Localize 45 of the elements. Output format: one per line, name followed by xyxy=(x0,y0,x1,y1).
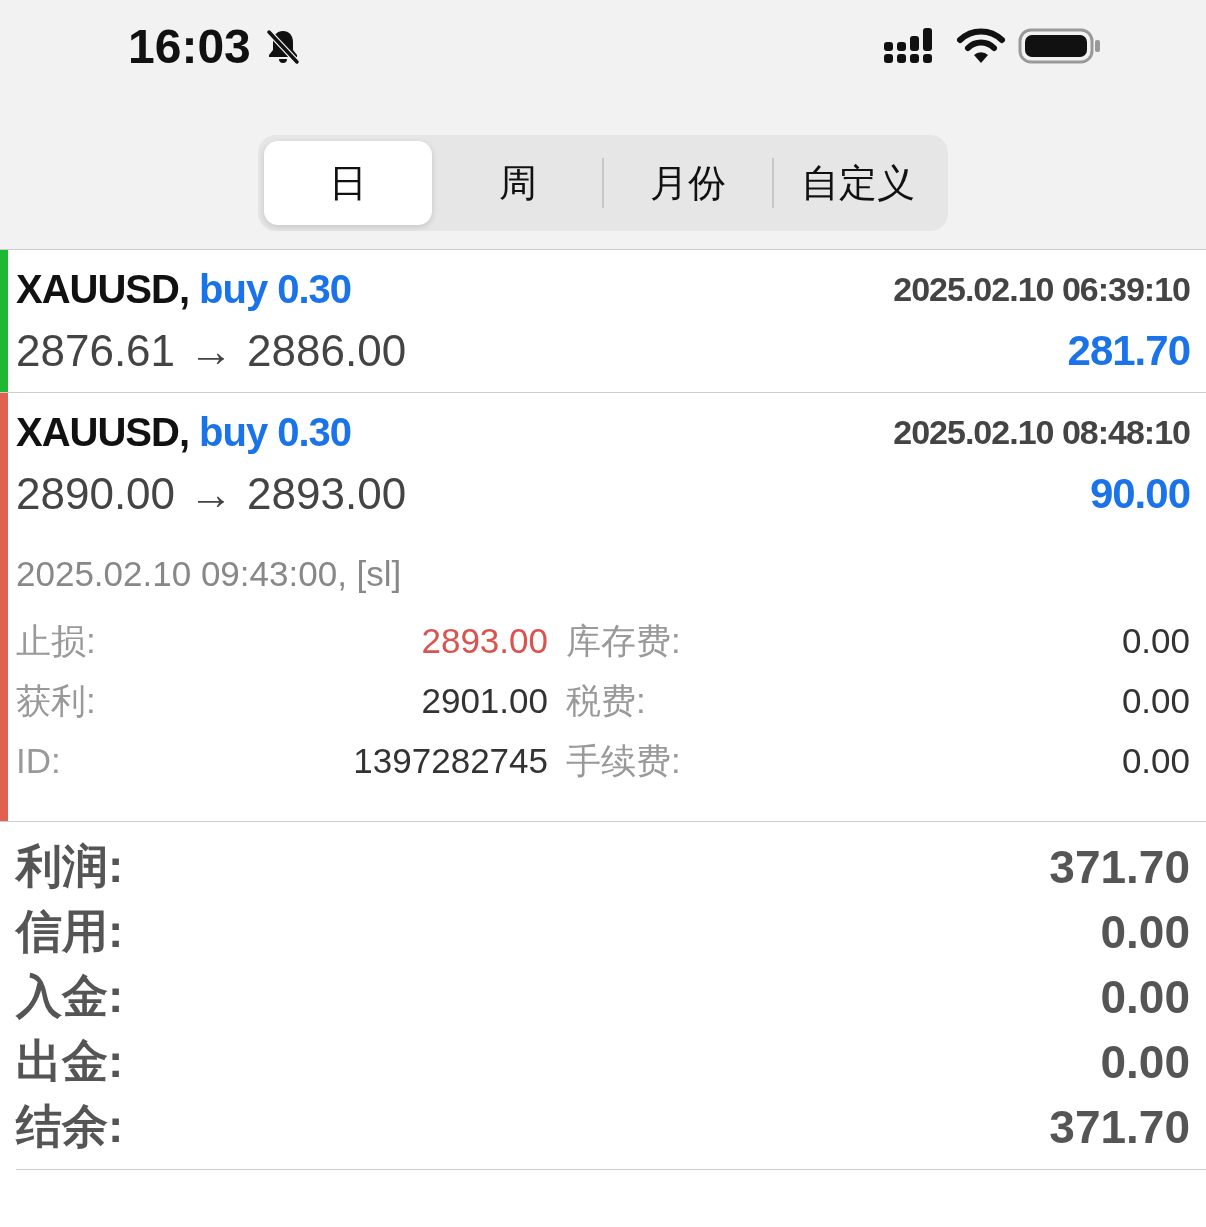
detail-label: 手续费: xyxy=(566,739,682,782)
summary-value: 0.00 xyxy=(1100,969,1190,1024)
detail-label: 获利: xyxy=(16,679,97,722)
detail-value: 2901.00 xyxy=(420,681,548,721)
trade-profit: 281.70 xyxy=(1067,327,1190,375)
arrow-text: → xyxy=(189,326,234,376)
trade-symbol: XAUUSD, xyxy=(16,409,190,454)
summary-label: 入金: xyxy=(16,968,124,1024)
trade-row[interactable]: XAUUSD, buy 0.30 2025.02.10 08:48:10 2890.00 → 2893.00 90.00 2025.02.10 09:43:00, [sl] 止损: 2893.00 库存费: 0.00 获利: 2901.00 税费: 0.00 ID: 1397282745 手续费: 0.00 xyxy=(0,393,1206,822)
arrow-text: → xyxy=(189,469,234,519)
trade-symbol: XAUUSD, xyxy=(16,266,190,311)
battery-icon xyxy=(1018,26,1102,66)
summary-label: 结余: xyxy=(16,1098,124,1154)
detail-value: 0.00 xyxy=(1120,621,1190,661)
open-price: 2876.61 xyxy=(16,326,176,376)
trade-side: buy 0.30 xyxy=(199,409,352,454)
open-price: 2890.00 xyxy=(16,469,176,519)
detail-value: 0.00 xyxy=(1120,681,1190,721)
period-tab[interactable]: 日 xyxy=(264,141,432,225)
summary-value: 371.70 xyxy=(1049,1099,1190,1154)
close-price: 2886.00 xyxy=(247,326,407,376)
close-info: 2025.02.10 09:43:00, [sl] xyxy=(16,553,403,595)
detail-label: ID: xyxy=(16,741,62,781)
detail-value: 1397282745 xyxy=(352,741,548,781)
detail-label: 税费: xyxy=(566,679,647,722)
period-tab[interactable]: 月份 xyxy=(604,141,772,225)
trade-row[interactable]: XAUUSD, buy 0.30 2025.02.10 06:39:10 2876.61 → 2886.00 281.70 xyxy=(0,250,1206,393)
detail-value: 2893.00 xyxy=(420,621,548,661)
clock-time: 16:03 xyxy=(128,18,251,74)
summary-value: 371.70 xyxy=(1049,839,1190,894)
detail-label: 库存费: xyxy=(566,619,682,662)
period-tab[interactable]: 自定义 xyxy=(774,141,942,225)
trade-profit: 90.00 xyxy=(1089,470,1190,518)
period-tab[interactable]: 周 xyxy=(434,141,602,225)
close-price: 2893.00 xyxy=(247,469,407,519)
detail-value: 0.00 xyxy=(1120,741,1190,781)
summary-label: 出金: xyxy=(16,1033,124,1089)
summary-value: 0.00 xyxy=(1100,904,1190,959)
trade-time: 2025.02.10 06:39:10 xyxy=(893,269,1190,309)
summary-value: 0.00 xyxy=(1100,1034,1190,1089)
summary-label: 信用: xyxy=(16,903,124,959)
detail-label: 止损: xyxy=(16,619,97,662)
trade-time: 2025.02.10 08:48:10 xyxy=(893,412,1190,452)
trade-side: buy 0.30 xyxy=(199,266,352,311)
summary-label: 利润: xyxy=(16,838,124,894)
